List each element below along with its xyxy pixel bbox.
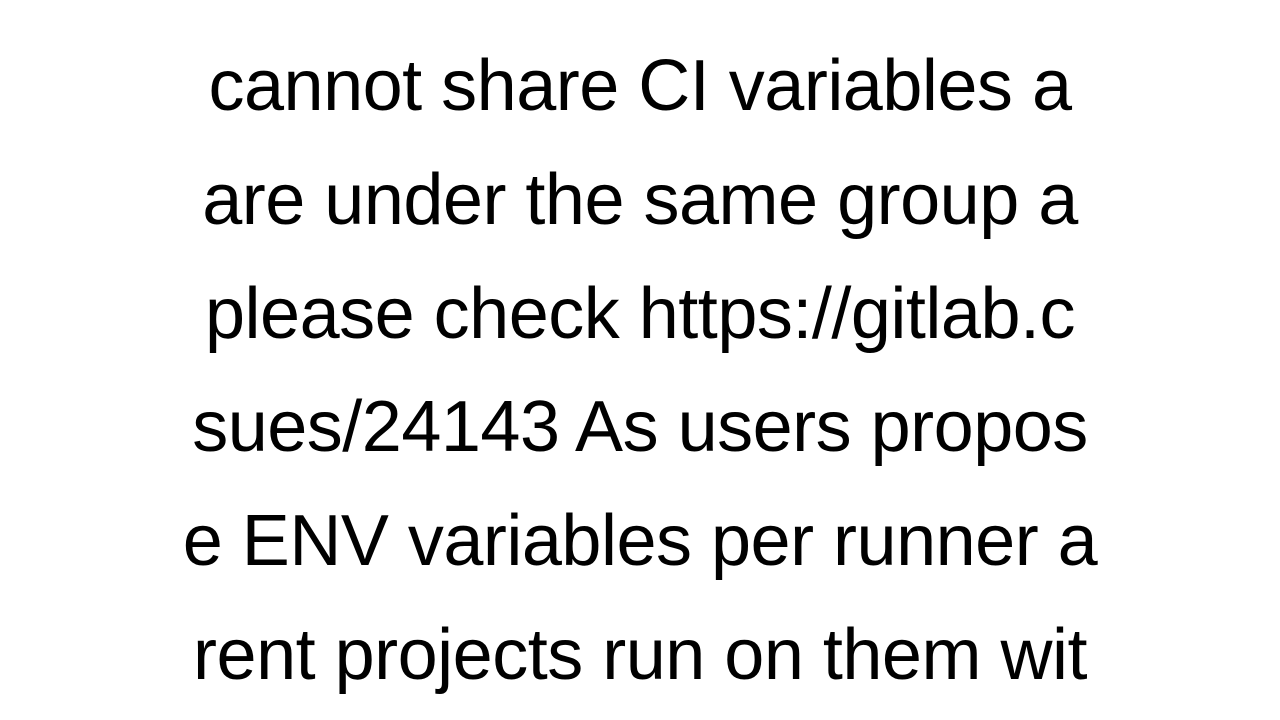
- text-line-2: are under the same group a: [202, 160, 1078, 240]
- text-line-6: rent projects run on them wit: [193, 615, 1087, 695]
- text-line-4: sues/24143 As users propos: [192, 387, 1088, 467]
- text-line-3: please check https://gitlab.c: [205, 274, 1075, 354]
- document-text: cannot share CI variables a are under th…: [0, 30, 1280, 713]
- text-line-5: e ENV variables per runner a: [183, 501, 1097, 581]
- text-line-1: cannot share CI variables a: [209, 46, 1072, 126]
